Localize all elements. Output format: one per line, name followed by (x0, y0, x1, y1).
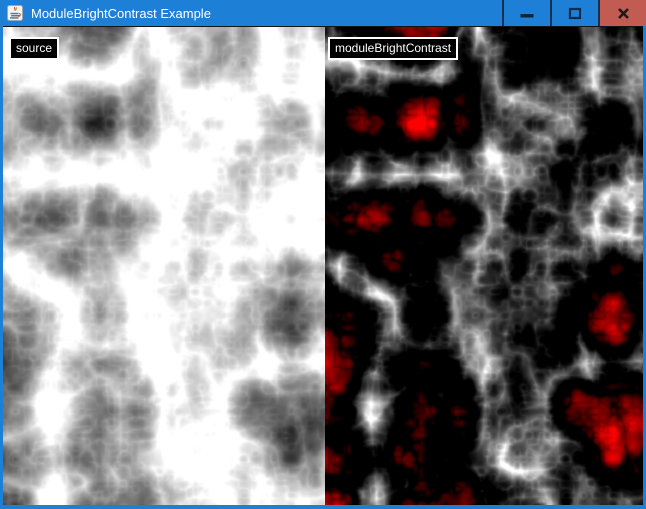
source-label: source (9, 37, 59, 60)
source-label-text: source (16, 41, 52, 55)
window-controls (502, 0, 646, 26)
module-bright-contrast-image (325, 27, 643, 505)
content-area: source moduleBrightContrast (3, 26, 643, 505)
output-panel: moduleBrightContrast (325, 27, 643, 505)
source-panel: source (3, 27, 325, 505)
app-window: ModuleBrightContrast Example (0, 0, 646, 509)
maximize-icon (568, 6, 582, 20)
output-label-text: moduleBrightContrast (335, 41, 451, 55)
java-app-icon (7, 5, 23, 21)
maximize-button[interactable] (550, 0, 598, 26)
close-icon (617, 7, 630, 20)
minimize-icon (520, 6, 534, 20)
title-bar[interactable]: ModuleBrightContrast Example (0, 0, 646, 26)
source-image (3, 27, 325, 505)
close-button[interactable] (598, 0, 646, 26)
minimize-button[interactable] (502, 0, 550, 26)
window-title: ModuleBrightContrast Example (31, 6, 502, 21)
output-label: moduleBrightContrast (328, 37, 458, 60)
